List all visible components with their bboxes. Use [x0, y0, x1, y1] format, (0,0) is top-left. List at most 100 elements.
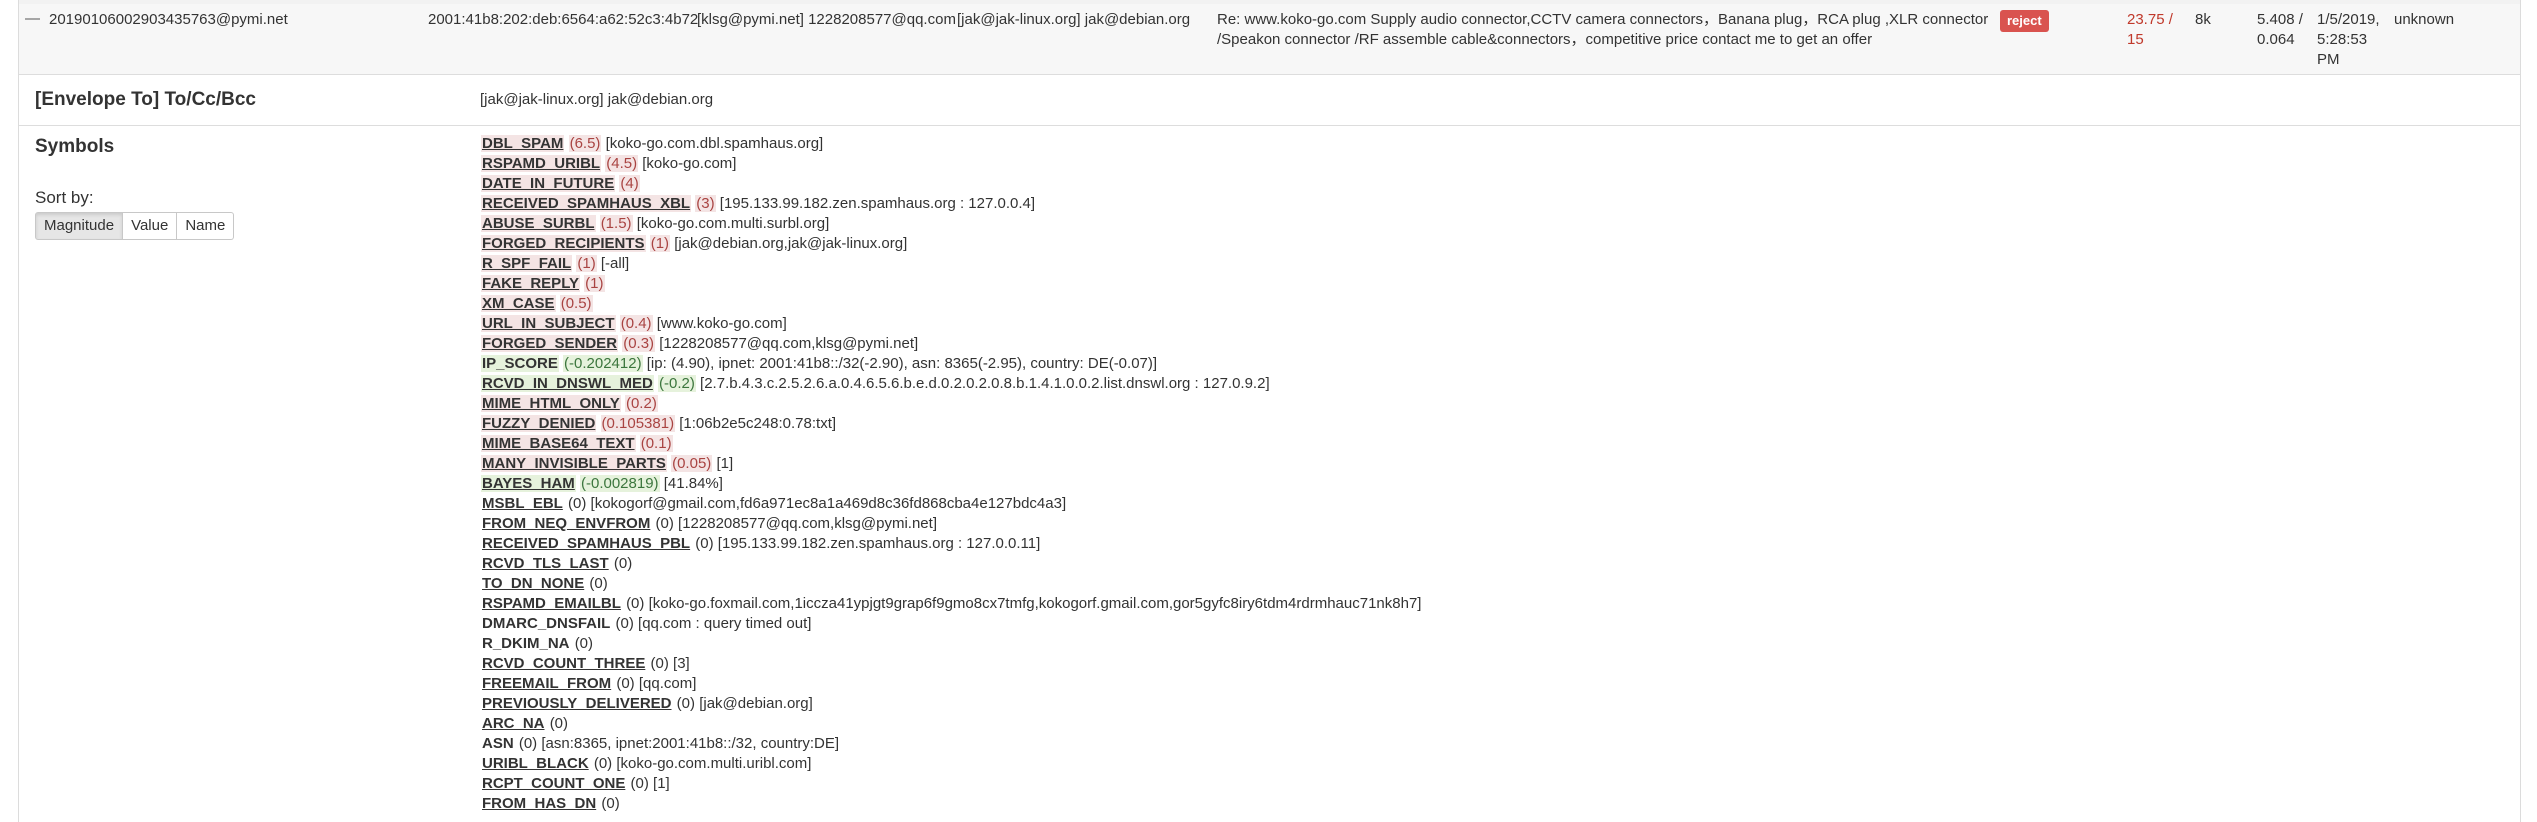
symbol-name[interactable]: FROM_NEQ_ENVFROM — [481, 515, 651, 532]
symbol-options: [2.7.b.4.3.c.2.5.2.6.a.0.4.6.5.6.b.e.d.0… — [700, 375, 1270, 392]
symbol-name[interactable]: URL_IN_SUBJECT — [481, 315, 616, 332]
symbol-name[interactable]: RSPAMD_URIBL — [481, 155, 602, 172]
message-date: 1/5/2019, 5:28:53 PM — [2317, 11, 2380, 68]
symbol-item: RCVD_TLS_LAST (0) — [481, 554, 1421, 574]
symbol-name[interactable]: PREVIOUSLY_DELIVERED — [481, 695, 673, 712]
symbol-name[interactable]: ASN — [481, 735, 515, 752]
symbol-score: (0) — [613, 555, 633, 572]
symbol-score: (0) — [616, 675, 635, 692]
symbol-options: [www.koko-go.com] — [656, 315, 787, 332]
symbol-name[interactable]: MSBL_EBL — [481, 495, 564, 512]
symbol-score: (1) — [576, 255, 597, 272]
symbol-score: (0) — [650, 655, 669, 672]
symbol-options: [1228208577@qq.com,klsg@pymi.net] — [678, 515, 937, 532]
symbol-name[interactable]: RSPAMD_EMAILBL — [481, 595, 622, 612]
symbol-name[interactable]: MIME_HTML_ONLY — [481, 395, 621, 412]
symbol-name[interactable]: FUZZY_DENIED — [481, 415, 597, 432]
symbol-score: (-0.002819) — [579, 475, 660, 492]
symbol-name[interactable]: ARC_NA — [481, 715, 546, 732]
symbol-score: (0.1) — [639, 435, 673, 452]
symbol-score: (0) — [574, 635, 594, 652]
collapse-icon[interactable]: — — [25, 10, 40, 27]
symbol-name[interactable]: FORGED_RECIPIENTS — [481, 235, 646, 252]
symbol-name[interactable]: RCVD_IN_DNSWL_MED — [481, 375, 654, 392]
symbol-name[interactable]: IP_SCORE — [481, 355, 559, 372]
symbol-options: [koko-go.com.multi.uribl.com] — [616, 755, 812, 772]
message-size: 8k — [2195, 11, 2211, 28]
symbol-options: [-all] — [600, 255, 630, 272]
symbol-name[interactable]: RCVD_COUNT_THREE — [481, 655, 646, 672]
symbol-name[interactable]: RCPT_COUNT_ONE — [481, 775, 626, 792]
symbol-score: (0.3) — [622, 335, 656, 352]
envelope-to-value: [jak@jak-linux.org] jak@debian.org — [480, 91, 714, 108]
symbol-options: [kokogorf@gmail.com,fd6a971ec8a1a469d8c3… — [590, 495, 1067, 512]
symbol-name[interactable]: BAYES_HAM — [481, 475, 576, 492]
symbol-options: [qq.com : query timed out] — [638, 615, 812, 632]
symbol-name[interactable]: FORGED_SENDER — [481, 335, 619, 352]
symbols-row: Symbols Sort by: Magnitude Value Name DB… — [19, 126, 2520, 822]
symbol-name[interactable]: XM_CASE — [481, 295, 556, 312]
symbol-name[interactable]: URIBL_BLACK — [481, 755, 590, 772]
symbol-item: PREVIOUSLY_DELIVERED (0) [jak@debian.org… — [481, 694, 1421, 714]
symbol-name[interactable]: MIME_BASE64_TEXT — [481, 435, 636, 452]
symbol-score: (0) — [593, 755, 613, 772]
score: 23.75 / 15 — [2127, 11, 2173, 48]
symbol-item: URIBL_BLACK (0) [koko-go.com.multi.uribl… — [481, 754, 1421, 774]
symbol-name[interactable]: TO_DN_NONE — [481, 575, 585, 592]
ip-address: 2001:41b8:202:deb:6564:a62:52c3:4b72 — [428, 11, 699, 28]
symbol-options: [1:06b2e5c248:0.78:txt] — [679, 415, 837, 432]
symbol-options: [ip: (4.90), ipnet: 2001:41b8::/32(-2.90… — [646, 355, 1158, 372]
symbol-score: (0) — [695, 535, 714, 552]
symbol-score: (1) — [584, 275, 605, 292]
symbol-name[interactable]: RCVD_TLS_LAST — [481, 555, 610, 572]
symbol-score: (3) — [695, 195, 716, 212]
sort-magnitude-button[interactable]: Magnitude — [35, 212, 124, 240]
symbol-name[interactable]: R_DKIM_NA — [481, 635, 571, 652]
message-summary-row[interactable]: — 20190106002903435763@pymi.net 2001:41b… — [19, 4, 2520, 75]
symbol-name[interactable]: FROM_HAS_DN — [481, 795, 597, 812]
symbol-item: FREEMAIL_FROM (0) [qq.com] — [481, 674, 1421, 694]
symbol-name[interactable]: RECEIVED_SPAMHAUS_PBL — [481, 535, 691, 552]
symbol-name[interactable]: RECEIVED_SPAMHAUS_XBL — [481, 195, 692, 212]
symbol-list: DBL_SPAM (6.5) [koko-go.com.dbl.spamhaus… — [481, 134, 1421, 814]
symbol-item: BAYES_HAM (-0.002819) [41.84%] — [481, 474, 1421, 494]
symbol-options: [koko-go.com.multi.surbl.org] — [636, 215, 830, 232]
symbol-options: [41.84%] — [663, 475, 723, 492]
symbol-name[interactable]: DATE_IN_FUTURE — [481, 175, 616, 192]
symbol-item: RSPAMD_URIBL (4.5) [koko-go.com] — [481, 154, 1421, 174]
symbol-item: MIME_HTML_ONLY (0.2) — [481, 394, 1421, 414]
symbol-item: RSPAMD_EMAILBL (0) [koko-go.foxmail.com,… — [481, 594, 1421, 614]
subject: Re: www.koko-go.com Supply audio connect… — [1217, 11, 1989, 48]
symbol-name[interactable]: DMARC_DNSFAIL — [481, 615, 611, 632]
symbol-item: DBL_SPAM (6.5) [koko-go.com.dbl.spamhaus… — [481, 134, 1421, 154]
symbol-score: (0) — [615, 615, 634, 632]
symbol-item: ABUSE_SURBL (1.5) [koko-go.com.multi.sur… — [481, 214, 1421, 234]
symbol-options: [1] — [716, 455, 734, 472]
symbol-name[interactable]: FAKE_REPLY — [481, 275, 580, 292]
sort-value-button[interactable]: Value — [123, 212, 178, 240]
symbol-item: TO_DN_NONE (0) — [481, 574, 1421, 594]
symbol-item: RCVD_COUNT_THREE (0) [3] — [481, 654, 1421, 674]
symbol-item: IP_SCORE (-0.202412) [ip: (4.90), ipnet:… — [481, 354, 1421, 374]
symbol-score: (0) — [601, 795, 620, 812]
symbol-name[interactable]: ABUSE_SURBL — [481, 215, 596, 232]
symbol-options: [koko-go.foxmail.com,1iccza41ypjgt9grap6… — [648, 595, 1422, 612]
envelope-to-label: [Envelope To] To/Cc/Bcc — [35, 89, 256, 110]
symbol-item: FORGED_SENDER (0.3) [1228208577@qq.com,k… — [481, 334, 1421, 354]
symbol-name[interactable]: FREEMAIL_FROM — [481, 675, 612, 692]
symbol-score: (0) — [518, 735, 538, 752]
symbol-name[interactable]: R_SPF_FAIL — [481, 255, 573, 272]
symbols-label: Symbols — [35, 136, 115, 157]
symbol-options: [koko-go.com] — [642, 155, 737, 172]
symbol-score: (0.5) — [559, 295, 593, 312]
symbol-score: (0) — [655, 515, 674, 532]
symbol-score: (0) — [589, 575, 608, 592]
envelope-to-row: [Envelope To] To/Cc/Bcc [jak@jak-linux.o… — [19, 75, 2520, 126]
sort-name-button[interactable]: Name — [177, 212, 235, 240]
symbol-item: ARC_NA (0) — [481, 714, 1421, 734]
symbol-name[interactable]: DBL_SPAM — [481, 135, 565, 152]
action-badge-label: reject — [2000, 10, 2049, 32]
symbol-score: (6.5) — [568, 135, 602, 152]
symbol-score: (4.5) — [605, 155, 639, 172]
symbol-name[interactable]: MANY_INVISIBLE_PARTS — [481, 455, 667, 472]
